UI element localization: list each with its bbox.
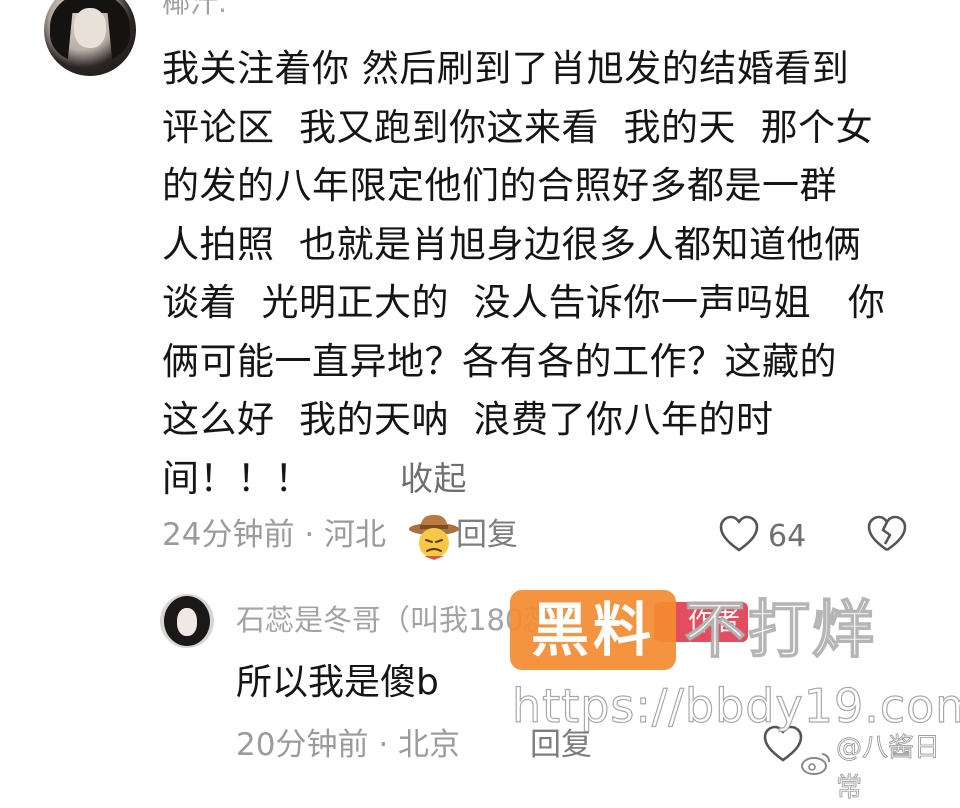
comment-line: 评论区 我又跑到你这来看 我的天 那个女 bbox=[162, 105, 874, 149]
meta-separator: · bbox=[304, 517, 315, 553]
like-button[interactable]: 64 bbox=[718, 514, 806, 558]
like-count: 64 bbox=[768, 518, 807, 554]
heart-icon bbox=[762, 725, 804, 768]
comment-line: 我关注着你 然后刷到了肖旭发的结婚看到 bbox=[162, 47, 850, 90]
reply-location: 北京 bbox=[398, 727, 461, 763]
comment-line: 间！！！ bbox=[162, 456, 312, 500]
comment-time: 24分钟前 bbox=[162, 517, 295, 553]
comment-line: 的发的八年限定他们的合照好多都是一群 bbox=[162, 164, 837, 207]
collapse-button[interactable]: 收起 bbox=[400, 450, 467, 509]
reply-time: 20分钟前 bbox=[236, 727, 369, 763]
comment-line: 这么好 我的天呐 浪费了你八年的时 bbox=[162, 398, 774, 441]
comment-line: 俩可能一直异地？各有各的工作？这藏的 bbox=[162, 339, 837, 383]
weibo-icon bbox=[800, 748, 836, 788]
broken-heart-icon bbox=[866, 515, 908, 558]
comment-meta: 24分钟前 · 河北 bbox=[162, 512, 386, 558]
comment-line: 谈着 光明正大的 没人告诉你一声吗姐 你 bbox=[162, 281, 886, 324]
reply-text: 所以我是傻b bbox=[236, 662, 439, 703]
watermark-weibo: @八酱日常 bbox=[800, 728, 960, 808]
commenter-username[interactable]: 椰汁. bbox=[162, 0, 227, 20]
commenter-avatar[interactable] bbox=[44, 0, 136, 76]
comment-line: 人拍照 也就是肖旭身边很多人都知道他俩 bbox=[162, 222, 862, 266]
reply-author-avatar[interactable] bbox=[160, 594, 214, 648]
heart-icon bbox=[718, 514, 760, 558]
weibo-handle: @八酱日常 bbox=[836, 733, 941, 804]
watermark-logo: 黑料 bbox=[510, 590, 676, 670]
dislike-button[interactable] bbox=[866, 514, 908, 558]
comment-location: 河北 bbox=[324, 517, 387, 553]
comment-text: 我关注着你 然后刷到了肖旭发的结婚看到 评论区 我又跑到你这来看 我的天 那个女… bbox=[162, 40, 932, 561]
cowboy-emoji-icon bbox=[334, 454, 459, 561]
meta-separator: · bbox=[378, 727, 389, 763]
watermark-url: https://bbdy19.com bbox=[511, 678, 960, 733]
watermark-slogan: 不打烊 bbox=[683, 592, 877, 667]
reply-meta: 20分钟前 · 北京 bbox=[236, 722, 460, 768]
reply-button[interactable]: 回复 bbox=[456, 512, 518, 558]
